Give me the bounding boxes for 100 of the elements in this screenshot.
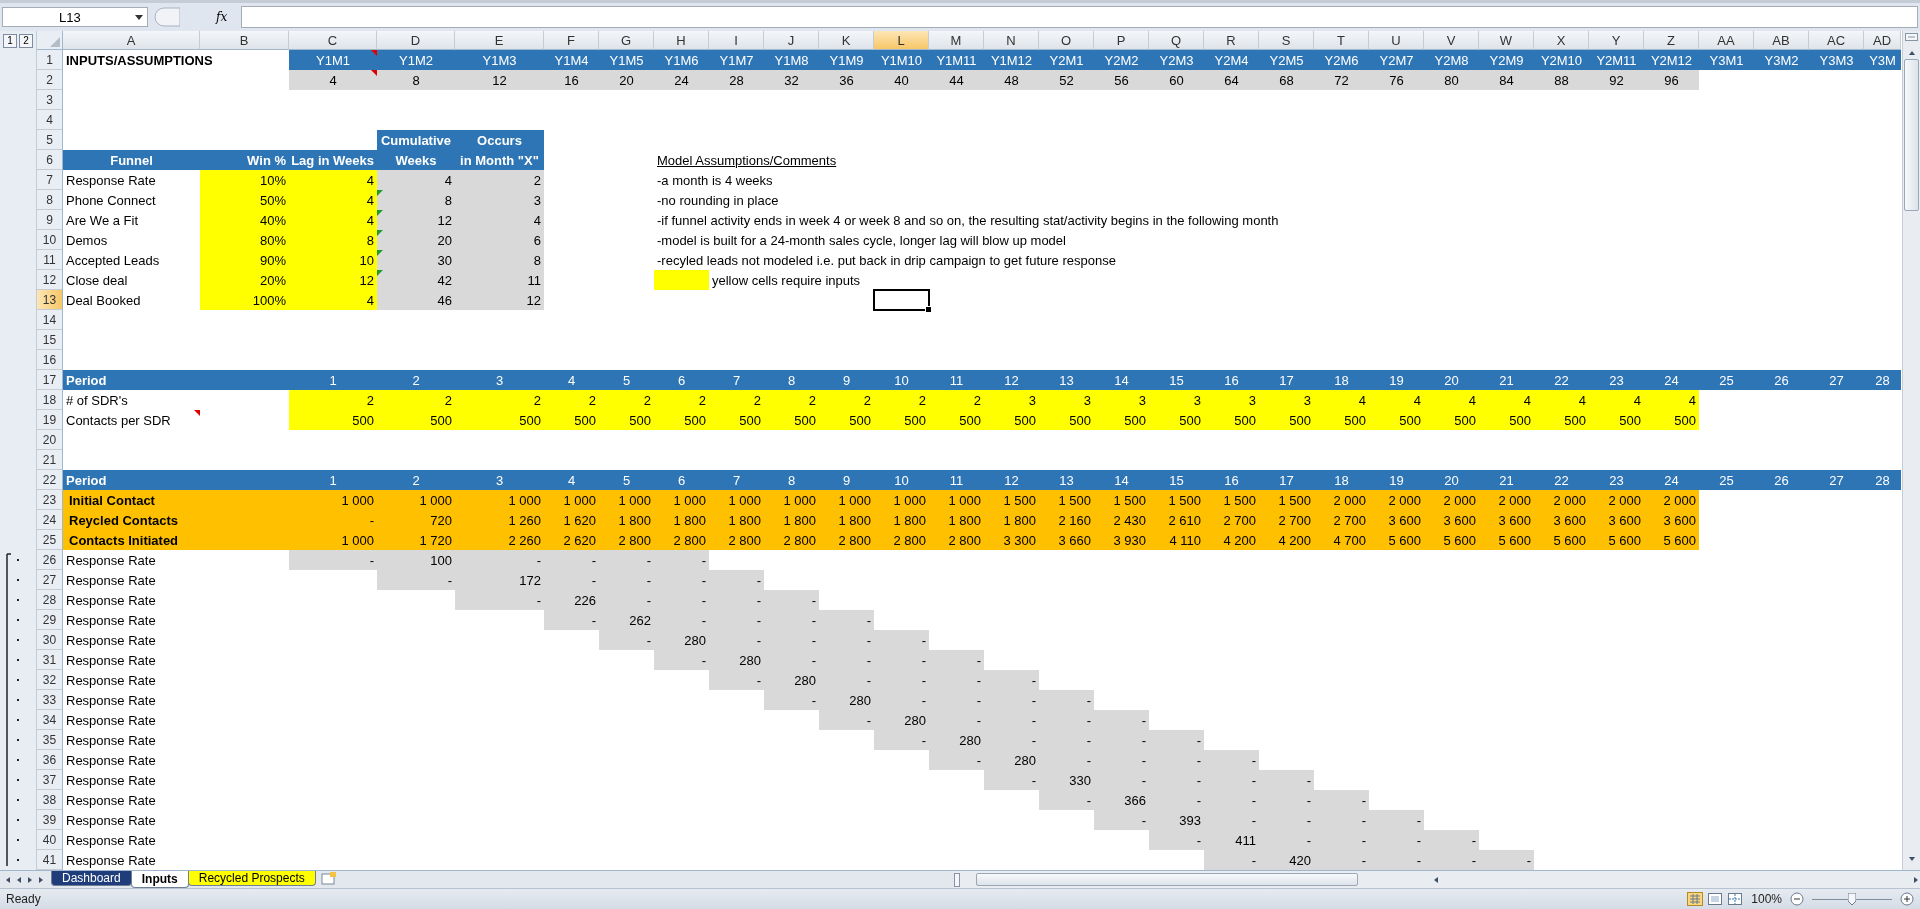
scroll-right-icon[interactable] (1912, 875, 1920, 884)
column-header[interactable]: B (200, 31, 289, 50)
sheet-tab[interactable]: Dashboard (51, 871, 132, 886)
sheet-tab[interactable]: Recycled Prospects (187, 871, 316, 886)
outline-level-button[interactable]: 2 (19, 33, 33, 48)
column-header[interactable]: AB (1754, 31, 1809, 50)
sheet-tab[interactable]: Inputs (130, 871, 189, 888)
caret-icon[interactable] (135, 14, 143, 20)
row-header[interactable]: 6 (37, 150, 63, 170)
row-header[interactable]: 34 (37, 710, 63, 730)
row-header[interactable]: 7 (37, 170, 63, 190)
row-header[interactable]: 30 (37, 630, 63, 650)
row-header[interactable]: 40 (37, 830, 63, 850)
column-header[interactable]: A (63, 31, 200, 50)
previous-sheet-icon[interactable] (15, 875, 23, 884)
column-header[interactable]: Q (1149, 31, 1204, 50)
column-header[interactable]: D (377, 31, 455, 50)
formula-bar-handle-icon[interactable] (154, 7, 180, 27)
row-header[interactable]: 14 (37, 310, 63, 330)
page-layout-icon[interactable] (1707, 892, 1724, 906)
column-header[interactable]: R (1204, 31, 1259, 50)
column-header[interactable]: AD (1864, 31, 1901, 50)
row-header[interactable]: 24 (37, 510, 63, 530)
first-sheet-icon[interactable] (4, 875, 12, 884)
column-header[interactable]: S (1259, 31, 1314, 50)
scrollbar-thumb[interactable] (1904, 59, 1919, 211)
column-header[interactable]: Y (1589, 31, 1644, 50)
scroll-down-icon[interactable] (1907, 855, 1916, 863)
row-header[interactable]: 20 (37, 430, 63, 450)
column-header[interactable]: F (544, 31, 599, 50)
active-cell-outline[interactable] (873, 289, 930, 311)
row-header[interactable]: 26 (37, 550, 63, 570)
row-header[interactable]: 2 (37, 70, 63, 90)
column-header[interactable]: I (709, 31, 764, 50)
zoom-in-icon[interactable] (1900, 892, 1914, 906)
scrollbar-thumb[interactable] (976, 873, 1358, 886)
split-handle-icon[interactable] (954, 872, 960, 887)
row-header[interactable]: 3 (37, 90, 63, 110)
row-header[interactable]: 25 (37, 530, 63, 550)
column-header[interactable]: Z (1644, 31, 1699, 50)
row-header[interactable]: 18 (37, 390, 63, 410)
row-header[interactable]: 8 (37, 190, 63, 210)
row-header[interactable]: 19 (37, 410, 63, 430)
column-header[interactable]: J (764, 31, 819, 50)
split-box-icon[interactable] (1905, 33, 1918, 41)
row-header[interactable]: 29 (37, 610, 63, 630)
row-header[interactable]: 13 (37, 290, 63, 310)
column-header[interactable]: V (1424, 31, 1479, 50)
row-header[interactable]: 9 (37, 210, 63, 230)
last-sheet-icon[interactable] (37, 875, 45, 884)
column-header[interactable]: H (654, 31, 709, 50)
row-header[interactable]: 31 (37, 650, 63, 670)
row-header[interactable]: 5 (37, 130, 63, 150)
row-header[interactable]: 38 (37, 790, 63, 810)
next-sheet-icon[interactable] (26, 875, 34, 884)
row-header[interactable]: 41 (37, 850, 63, 870)
column-header[interactable]: O (1039, 31, 1094, 50)
scroll-up-icon[interactable] (1907, 49, 1916, 57)
zoom-slider-handle[interactable] (1848, 892, 1856, 905)
row-header[interactable]: 11 (37, 250, 63, 270)
row-header[interactable]: 36 (37, 750, 63, 770)
column-header[interactable]: L (874, 31, 929, 50)
row-header[interactable]: 12 (37, 270, 63, 290)
column-header[interactable]: W (1479, 31, 1534, 50)
outline-level-button[interactable]: 1 (3, 33, 17, 48)
column-header[interactable]: U (1369, 31, 1424, 50)
formula-field[interactable] (241, 6, 1918, 28)
row-header[interactable]: 10 (37, 230, 63, 250)
row-header[interactable]: 32 (37, 670, 63, 690)
row-header[interactable]: 16 (37, 350, 63, 370)
row-header[interactable]: 4 (37, 110, 63, 130)
page-break-icon[interactable] (1727, 892, 1744, 906)
row-header[interactable]: 21 (37, 450, 63, 470)
column-header[interactable]: N (984, 31, 1039, 50)
column-header[interactable]: T (1314, 31, 1369, 50)
column-header[interactable]: K (819, 31, 874, 50)
row-header[interactable]: 15 (37, 330, 63, 350)
name-box[interactable]: L13 (2, 7, 148, 27)
insert-function-button[interactable]: fx (186, 10, 236, 24)
row-header[interactable]: 39 (37, 810, 63, 830)
column-header[interactable]: G (599, 31, 654, 50)
row-header[interactable]: 33 (37, 690, 63, 710)
normal-view-icon[interactable] (1687, 892, 1704, 906)
column-header[interactable]: AC (1809, 31, 1864, 50)
column-header[interactable]: P (1094, 31, 1149, 50)
row-header[interactable]: 27 (37, 570, 63, 590)
column-header[interactable]: C (289, 31, 377, 50)
column-header[interactable]: AA (1699, 31, 1754, 50)
row-header[interactable]: 23 (37, 490, 63, 510)
row-header[interactable]: 22 (37, 470, 63, 490)
row-header[interactable]: 17 (37, 370, 63, 390)
scroll-left-icon[interactable] (1432, 875, 1440, 884)
column-header[interactable]: X (1534, 31, 1589, 50)
row-header[interactable]: 35 (37, 730, 63, 750)
row-header[interactable]: 1 (37, 50, 63, 70)
column-header[interactable]: M (929, 31, 984, 50)
column-header[interactable]: E (455, 31, 544, 50)
zoom-level[interactable]: 100% (1751, 892, 1782, 906)
zoom-out-icon[interactable] (1790, 892, 1804, 906)
row-header[interactable]: 28 (37, 590, 63, 610)
